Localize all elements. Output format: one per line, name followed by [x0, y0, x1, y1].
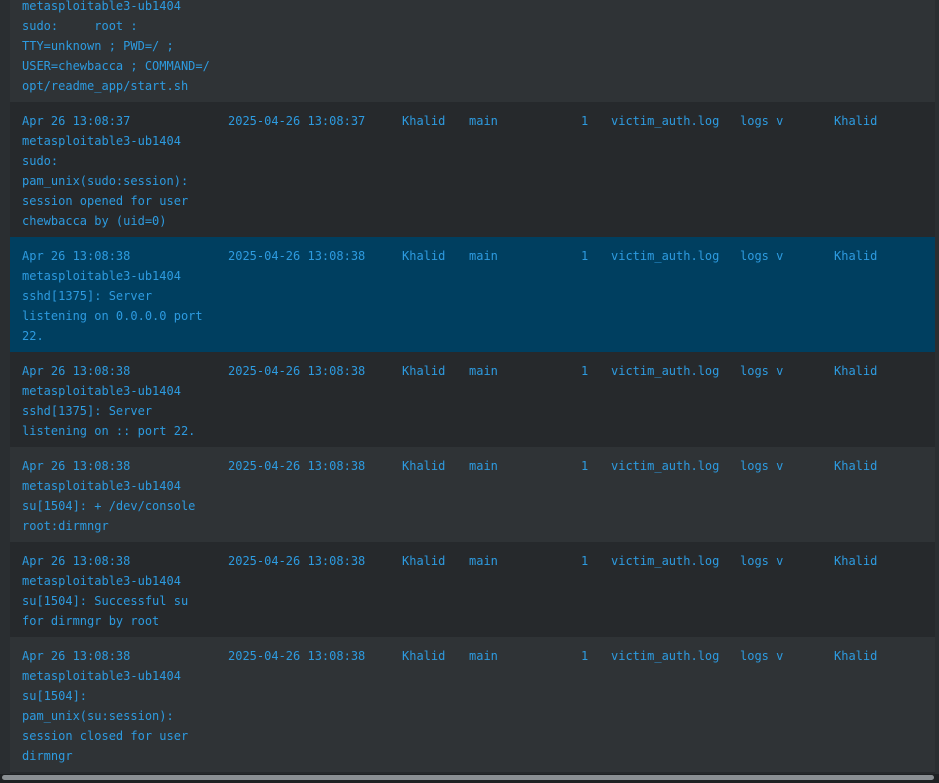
- source-file-cell: victim_auth.log: [611, 459, 720, 473]
- log-message-cell: Apr 26 13:08:38 metasploitable3-ub1404 s…: [22, 364, 196, 438]
- count-cell: 1: [581, 249, 589, 263]
- count-cell: 1: [581, 649, 589, 663]
- branch-cell: main: [469, 249, 498, 263]
- index-cell: logs v: [740, 249, 784, 263]
- branch-cell: main: [469, 649, 498, 663]
- table-row[interactable]: Apr 26 13:08:37 metasploitable3-ub1404 s…: [10, 102, 935, 237]
- index-cell: logs v: [740, 364, 784, 378]
- table-row[interactable]: Apr 26 13:08:38 metasploitable3-ub1404 s…: [10, 447, 935, 542]
- horizontal-scrollbar[interactable]: [0, 774, 939, 783]
- log-rows: metasploitable3-ub1404 sudo: root : TTY=…: [10, 0, 935, 783]
- index-cell: logs v: [740, 554, 784, 568]
- index-cell: logs v: [740, 114, 784, 128]
- table-row[interactable]: Apr 26 13:08:38 metasploitable3-ub1404 s…: [10, 637, 935, 772]
- log-message-cell: Apr 26 13:08:38 metasploitable3-ub1404 s…: [22, 554, 189, 628]
- source-file-cell: victim_auth.log: [611, 554, 720, 568]
- user-cell: Khalid: [402, 364, 446, 378]
- source-file-cell: victim_auth.log: [611, 649, 720, 663]
- count-cell: 1: [581, 364, 589, 378]
- log-message-cell: Apr 26 13:08:38 metasploitable3-ub1404 s…: [22, 649, 189, 763]
- owner-cell: Khalid: [834, 249, 878, 263]
- timestamp-cell: 2025-04-26 13:08:38: [228, 459, 366, 473]
- index-cell: logs v: [740, 459, 784, 473]
- source-file-cell: victim_auth.log: [611, 364, 720, 378]
- log-results-table: metasploitable3-ub1404 sudo: root : TTY=…: [0, 0, 939, 783]
- user-cell: Khalid: [402, 114, 446, 128]
- timestamp-cell: 2025-04-26 13:08:38: [228, 364, 366, 378]
- index-cell: logs v: [740, 649, 784, 663]
- table-row[interactable]: Apr 26 13:08:38 metasploitable3-ub1404 s…: [10, 352, 935, 447]
- branch-cell: main: [469, 554, 498, 568]
- user-cell: Khalid: [402, 554, 446, 568]
- user-cell: Khalid: [402, 459, 446, 473]
- timestamp-cell: 2025-04-26 13:08:38: [228, 649, 366, 663]
- count-cell: 1: [581, 459, 589, 473]
- owner-cell: Khalid: [834, 649, 878, 663]
- user-cell: Khalid: [402, 249, 446, 263]
- count-cell: 1: [581, 114, 589, 128]
- source-file-cell: victim_auth.log: [611, 114, 720, 128]
- log-message-cell: metasploitable3-ub1404 sudo: root : TTY=…: [22, 0, 210, 93]
- owner-cell: Khalid: [834, 459, 878, 473]
- timestamp-cell: 2025-04-26 13:08:38: [228, 554, 366, 568]
- owner-cell: Khalid: [834, 554, 878, 568]
- table-row[interactable]: Apr 26 13:08:38 metasploitable3-ub1404 s…: [10, 542, 935, 637]
- branch-cell: main: [469, 459, 498, 473]
- source-file-cell: victim_auth.log: [611, 249, 720, 263]
- branch-cell: main: [469, 114, 498, 128]
- owner-cell: Khalid: [834, 114, 878, 128]
- timestamp-cell: 2025-04-26 13:08:37: [228, 114, 366, 128]
- count-cell: 1: [581, 554, 589, 568]
- scrollbar-thumb[interactable]: [2, 775, 934, 780]
- log-message-cell: Apr 26 13:08:38 metasploitable3-ub1404 s…: [22, 459, 196, 533]
- user-cell: Khalid: [402, 649, 446, 663]
- timestamp-cell: 2025-04-26 13:08:38: [228, 249, 366, 263]
- branch-cell: main: [469, 364, 498, 378]
- table-row[interactable]: metasploitable3-ub1404 sudo: root : TTY=…: [10, 0, 935, 102]
- owner-cell: Khalid: [834, 364, 878, 378]
- table-row[interactable]: Apr 26 13:08:38 metasploitable3-ub1404 s…: [10, 237, 935, 352]
- log-message-cell: Apr 26 13:08:38 metasploitable3-ub1404 s…: [22, 249, 203, 343]
- log-message-cell: Apr 26 13:08:37 metasploitable3-ub1404 s…: [22, 114, 189, 228]
